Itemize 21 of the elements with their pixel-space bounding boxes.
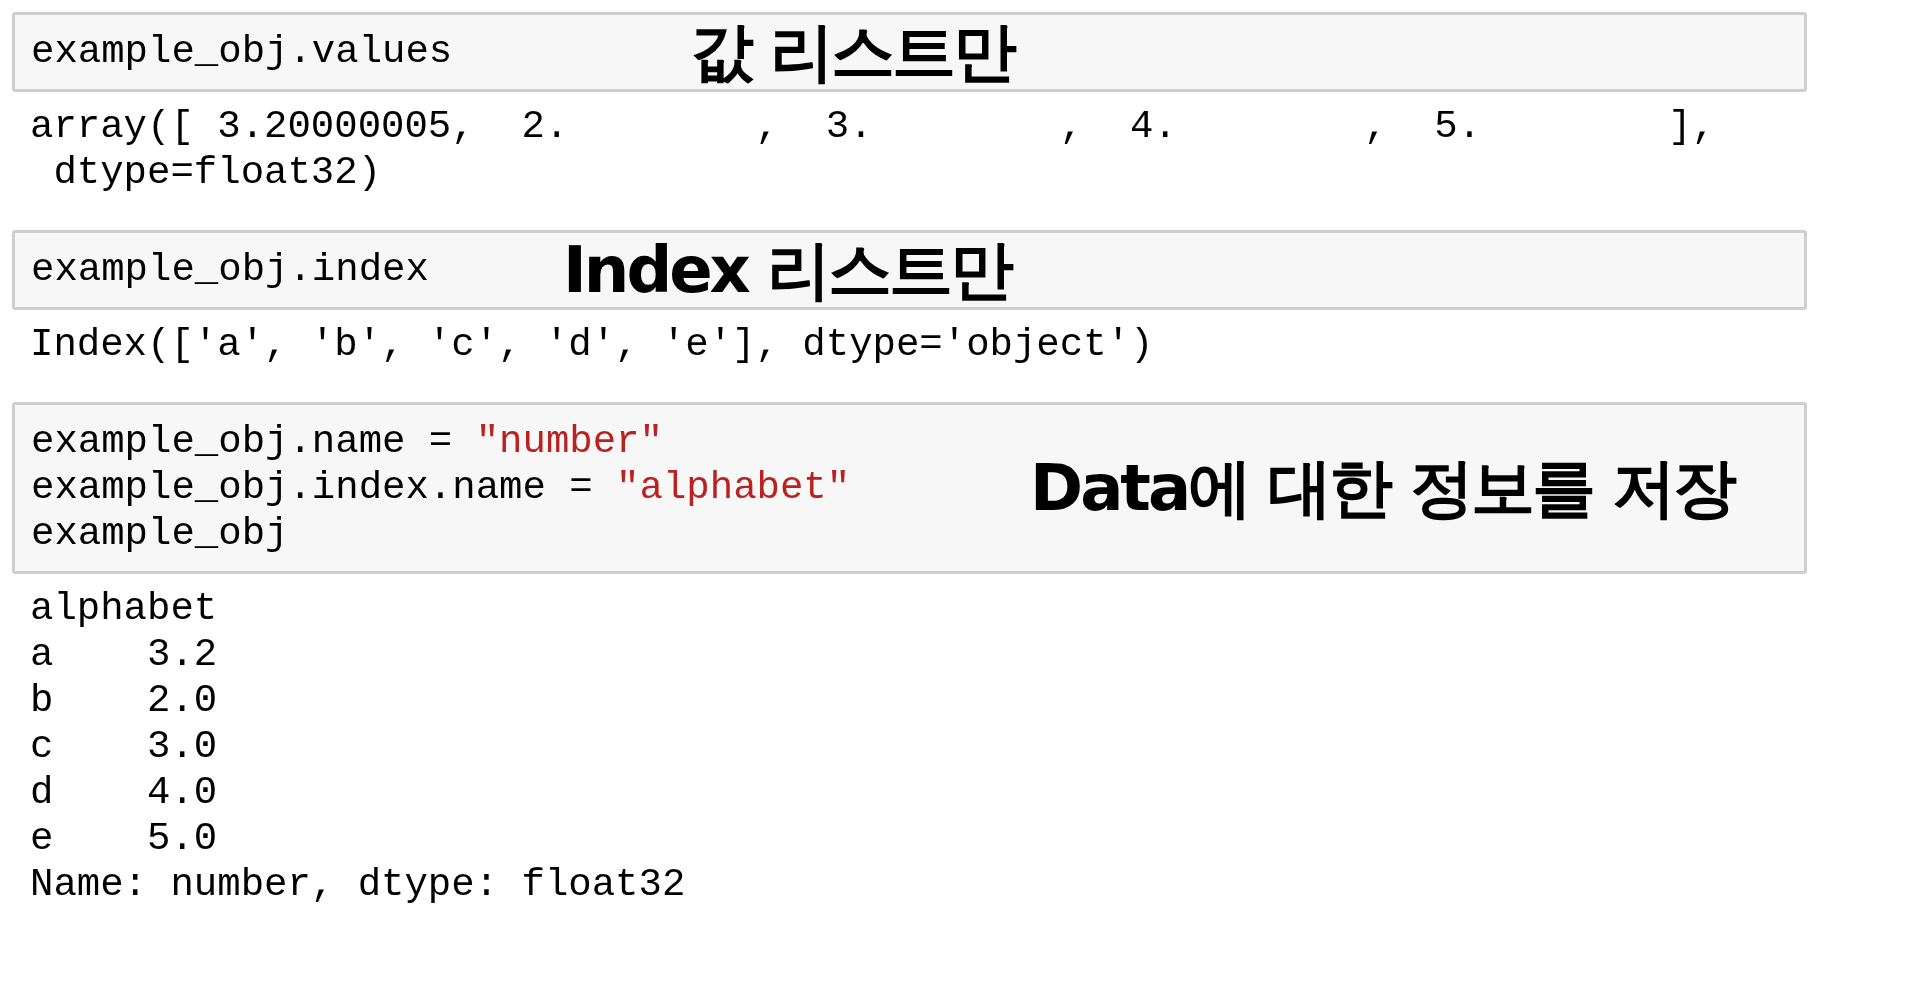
output-line: c 3.0: [30, 724, 218, 770]
code-cell[interactable]: example_obj.values 값 리스트만: [12, 12, 1807, 92]
code-line: example_obj.index.name = "alphabet": [31, 465, 851, 511]
code-line: example_obj: [31, 511, 289, 557]
output-line: array([ 3.20000005, 2. , 3. , 4. , 5. ],: [30, 104, 1716, 150]
code-cell[interactable]: example_obj.name = "number" example_obj.index.name = "alphabet" example_obj Data에 대한 정보를 저장: [12, 402, 1807, 574]
annotation-text: Data에 대한 정보를 저장: [1030, 456, 1734, 520]
code-line: example_obj.index: [31, 247, 429, 293]
output-line: Index(['a', 'b', 'c', 'd', 'e'], dtype='object'): [30, 322, 1154, 368]
output-line: b 2.0: [30, 678, 218, 724]
output-line: a 3.2: [30, 632, 218, 678]
annotation-text: Index 리스트만: [563, 238, 1012, 302]
annotation-text: 값 리스트만: [690, 20, 1015, 84]
code-cell[interactable]: example_obj.index Index 리스트만: [12, 230, 1807, 310]
output-line: Name: number, dtype: float32: [30, 862, 686, 908]
output-line: alphabet: [30, 586, 218, 632]
output-line: e 5.0: [30, 816, 218, 862]
code-line: example_obj.values: [31, 29, 453, 75]
output-line: dtype=float32): [52, 150, 382, 196]
output-line: d 4.0: [30, 770, 218, 816]
code-line: example_obj.name = "number": [31, 419, 663, 465]
